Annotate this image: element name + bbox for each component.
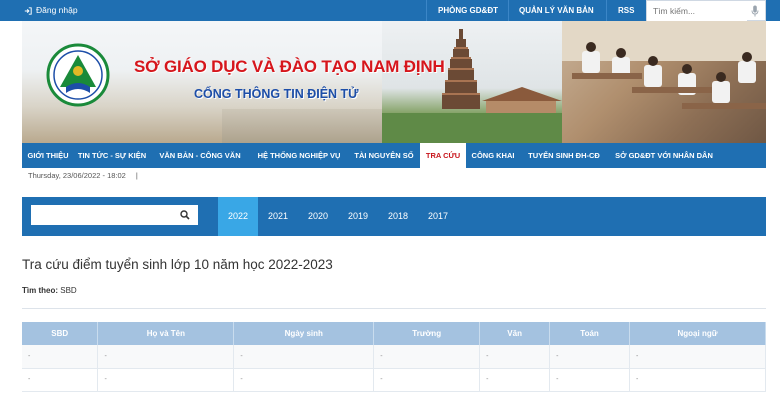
department-logo-icon[interactable] <box>46 43 110 107</box>
table-cell: - <box>479 345 551 369</box>
search-icon[interactable] <box>180 210 190 220</box>
current-date: Thursday, 23/06/2022 - 18:02 <box>28 171 126 180</box>
login-label: Đăng nhập <box>36 5 78 15</box>
table-row: - - - - - - - <box>22 345 766 369</box>
date-line: Thursday, 23/06/2022 - 18:02 | <box>28 171 138 180</box>
search-panel: 2022 2021 2020 2019 2018 2017 <box>22 197 766 236</box>
nav-tuyen-sinh[interactable]: TUYỂN SINH ĐH-CĐ <box>520 143 608 168</box>
nav-so-gddt[interactable]: SỞ GD&ĐT VỚI NHÂN DÂN <box>608 143 720 168</box>
col-header-toan: Toán <box>549 322 631 345</box>
table-cell: - <box>22 368 99 392</box>
page-title: Tra cứu điểm tuyển sinh lớp 10 năm học 2… <box>22 257 333 272</box>
year-tab-2022[interactable]: 2022 <box>218 197 258 236</box>
nav-gioi-thieu[interactable]: GIỚI THIỆU <box>22 143 74 168</box>
filter-value: SBD <box>60 286 77 295</box>
site-banner: SỞ GIÁO DỤC VÀ ĐÀO TẠO NAM ĐỊNH CỔNG THÔ… <box>22 21 766 143</box>
table-cell: - <box>97 368 235 392</box>
results-table: SBD Họ và Tên Ngày sinh Trường Văn Toán … <box>22 322 766 392</box>
col-header-ngoai-ngu: Ngoại ngữ <box>629 322 766 345</box>
table-cell: - <box>373 368 481 392</box>
table-cell: - <box>629 345 766 369</box>
col-header-truong: Trường <box>373 322 481 345</box>
table-cell: - <box>549 345 631 369</box>
table-cell: - <box>479 368 551 392</box>
link-quan-ly-van-ban[interactable]: QUẢN LÝ VĂN BẢN <box>519 0 594 21</box>
year-tab-2021[interactable]: 2021 <box>258 197 298 236</box>
table-cell: - <box>373 345 481 369</box>
banner-pagoda-image <box>382 21 562 143</box>
filter-line: Tìm theo: SBD <box>22 286 77 295</box>
year-tab-2020[interactable]: 2020 <box>298 197 338 236</box>
divider <box>426 0 427 21</box>
login-icon <box>24 6 32 15</box>
lookup-search-box <box>31 205 198 225</box>
date-separator: | <box>135 171 138 180</box>
nav-tin-tuc[interactable]: TIN TỨC - SỰ KIỆN <box>74 143 150 168</box>
table-cell: - <box>233 345 375 369</box>
divider <box>508 0 509 21</box>
banner-subtitle: CỔNG THÔNG TIN ĐIỆN TỬ <box>194 87 359 101</box>
nav-tai-nguyen[interactable]: TÀI NGUYÊN SỐ <box>348 143 420 168</box>
top-bar: Đăng nhập PHÒNG GD&ĐT QUẢN LÝ VĂN BẢN RS… <box>0 0 780 21</box>
divider <box>606 0 607 21</box>
link-phong-gddt[interactable]: PHÒNG GD&ĐT <box>438 0 498 21</box>
nav-he-thong[interactable]: HỆ THỐNG NGHIỆP VỤ <box>250 143 348 168</box>
year-tab-2019[interactable]: 2019 <box>338 197 378 236</box>
banner-classroom-image <box>562 21 766 143</box>
login-link[interactable]: Đăng nhập <box>24 0 78 21</box>
year-tab-2018[interactable]: 2018 <box>378 197 418 236</box>
col-header-ho-ten: Họ và Tên <box>97 322 235 345</box>
section-divider <box>22 308 766 309</box>
table-cell: - <box>549 368 631 392</box>
banner-title: SỞ GIÁO DỤC VÀ ĐÀO TẠO NAM ĐỊNH <box>134 57 445 76</box>
filter-label: Tìm theo: <box>22 286 58 295</box>
year-tab-2017[interactable]: 2017 <box>418 197 458 236</box>
lookup-search-input[interactable] <box>31 205 171 225</box>
table-cell: - <box>629 368 766 392</box>
main-nav: GIỚI THIỆU TIN TỨC - SỰ KIỆN VĂN BẢN - C… <box>22 143 766 168</box>
col-header-van: Văn <box>479 322 551 345</box>
top-search-input[interactable] <box>647 1 747 21</box>
table-cell: - <box>22 345 99 369</box>
nav-van-ban[interactable]: VĂN BẢN - CÔNG VĂN <box>150 143 250 168</box>
col-header-ngay-sinh: Ngày sinh <box>233 322 375 345</box>
table-header-row: SBD Họ và Tên Ngày sinh Trường Văn Toán … <box>22 322 766 345</box>
top-search <box>646 0 766 21</box>
table-row: - - - - - - - <box>22 368 766 392</box>
table-cell: - <box>97 345 235 369</box>
microphone-icon[interactable] <box>751 5 759 17</box>
nav-cong-khai[interactable]: CÔNG KHAI <box>466 143 520 168</box>
table-cell: - <box>233 368 375 392</box>
col-header-sbd: SBD <box>22 322 99 345</box>
nav-tra-cuu[interactable]: TRA CỨU <box>420 143 466 168</box>
link-rss[interactable]: RSS <box>618 0 634 21</box>
